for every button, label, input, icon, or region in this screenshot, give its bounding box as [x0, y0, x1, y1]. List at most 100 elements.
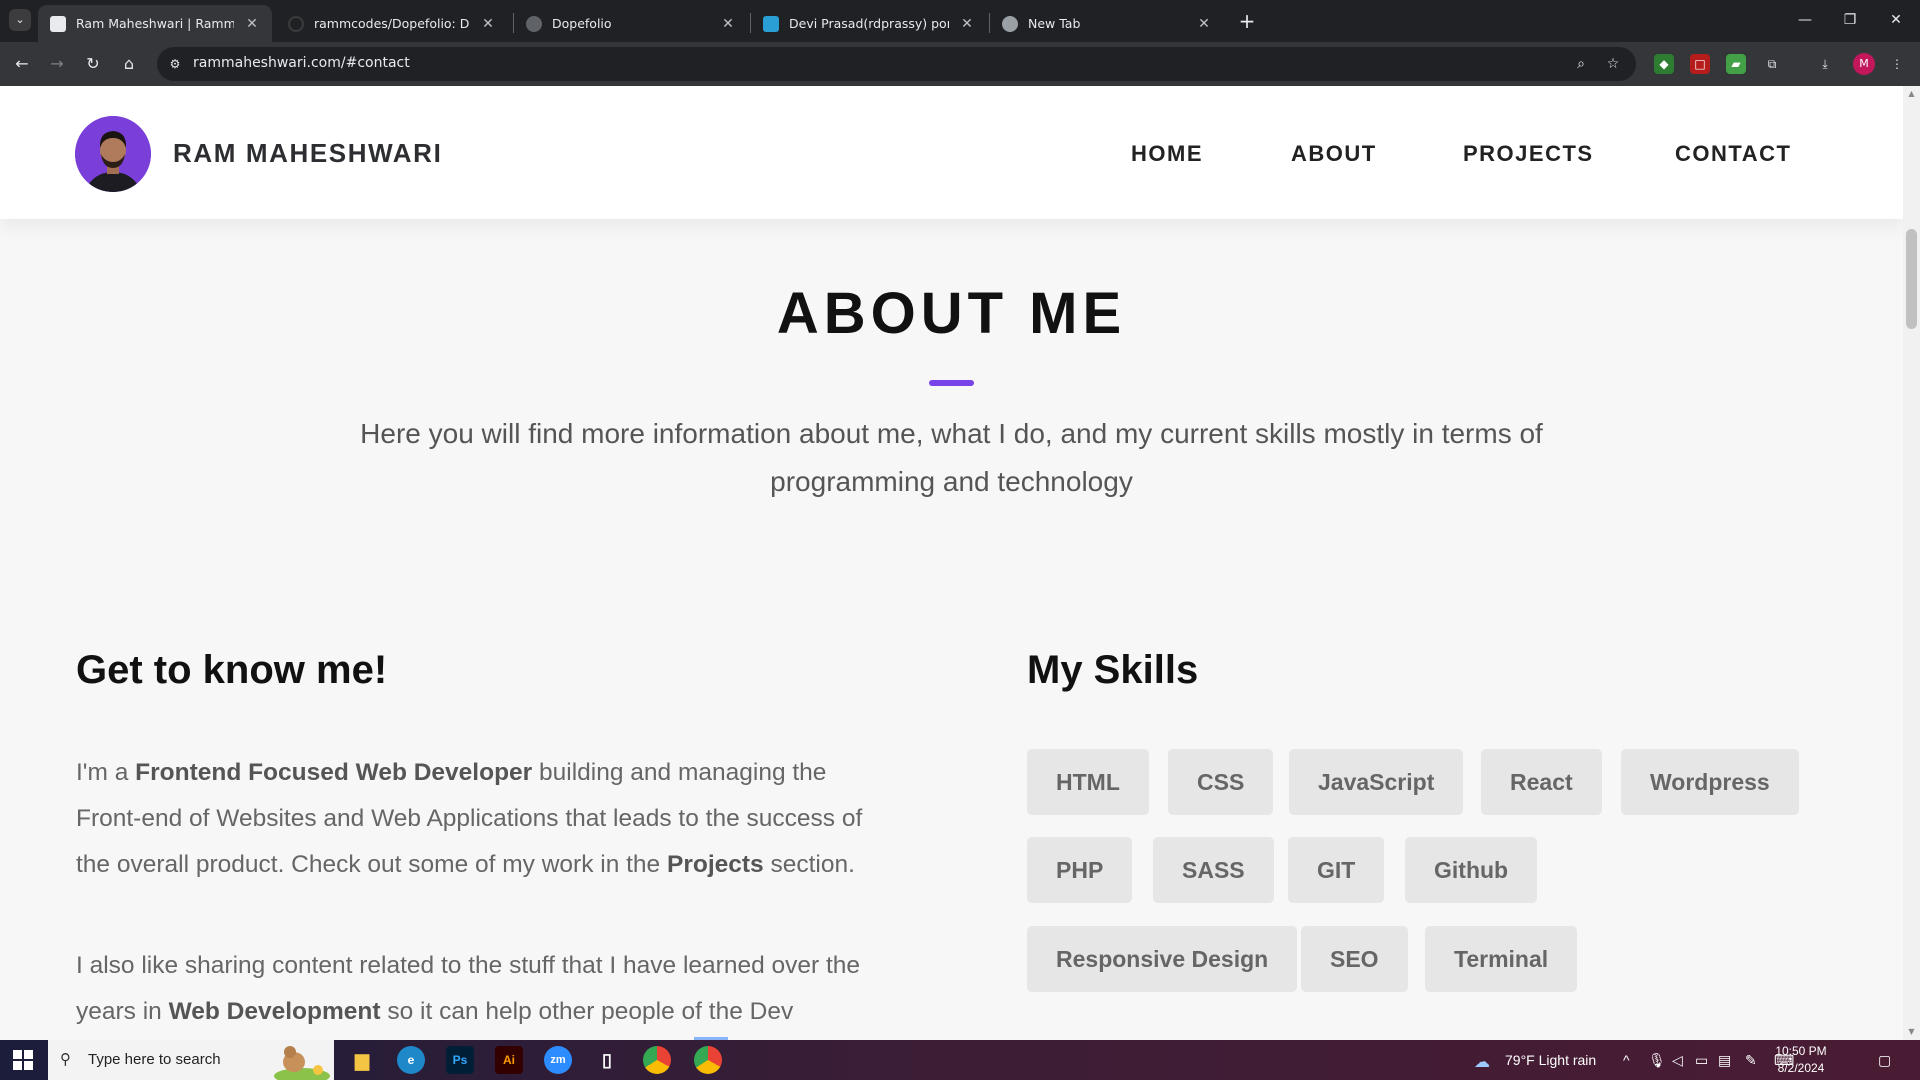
minimize-window-icon[interactable]: —	[1793, 8, 1817, 32]
forward-arrow-icon[interactable]: →	[45, 52, 69, 76]
home-icon[interactable]: ⌂	[117, 52, 141, 76]
tab-title: New Tab	[1028, 16, 1081, 31]
site-header: RAM MAHESHWARI HOME ABOUT PROJECTS CONTA…	[0, 86, 1903, 219]
active-app-indicator	[694, 1037, 728, 1040]
show-hidden-icons-chevron-icon[interactable]: ^	[1623, 1052, 1630, 1068]
notifications-icon[interactable]: ▢	[1878, 1052, 1891, 1069]
tab-github-dopefolio[interactable]: rammcodes/Dopefolio: Dopefolio ✕	[276, 5, 508, 42]
extension-red-square-icon[interactable]: □	[1690, 54, 1710, 74]
scroll-down-arrow-icon[interactable]: ▼	[1906, 1026, 1917, 1038]
tab-dopefolio[interactable]: Dopefolio ✕	[514, 5, 748, 42]
tab-title: Ram Maheshwari | RammCodes	[76, 16, 234, 31]
tab-devi-prasad[interactable]: Devi Prasad(rdprassy) portfolio ✕	[751, 5, 987, 42]
about-section-subtitle: Here you will find more information abou…	[360, 418, 1543, 497]
browser-toolbar: ← → ↻ ⌂ ⚙ rammaheshwari.com/#contact ⌕ ☆…	[0, 42, 1920, 86]
edge-browser-icon[interactable]: e	[397, 1046, 425, 1074]
bookmark-star-icon[interactable]: ☆	[1603, 54, 1623, 74]
windows-taskbar: ⚲ Type here to search ▆ e Ps Ai zm ▯ ☁ 7…	[0, 1040, 1920, 1080]
skill-tag: Responsive Design	[1027, 926, 1298, 992]
skill-tag: Wordpress	[1621, 749, 1799, 815]
close-tab-icon[interactable]: ✕	[244, 16, 260, 32]
my-skills-heading: My Skills	[1027, 648, 1199, 692]
about-paragraph-2: I also like sharing content related to t…	[76, 952, 861, 1025]
url-text[interactable]: rammaheshwari.com/#contact	[193, 55, 410, 71]
downloads-icon[interactable]: ⤓	[1815, 54, 1835, 74]
system-clock[interactable]: 10:50 PM 8/2/2024	[1766, 1043, 1836, 1077]
clock-date: 8/2/2024	[1777, 1061, 1825, 1075]
scrollbar-thumb[interactable]	[1906, 229, 1917, 329]
zoom-app-icon[interactable]: zm	[544, 1046, 572, 1074]
address-bar[interactable]: ⚙ rammaheshwari.com/#contact ⌕ ☆	[157, 47, 1636, 81]
chrome-profile-icon[interactable]	[694, 1046, 722, 1074]
github-favicon-icon	[288, 15, 304, 32]
skill-tag: CSS	[1168, 749, 1274, 815]
microphone-icon[interactable]: 🎙︎	[1648, 1052, 1666, 1069]
site-info-icon[interactable]: ⚙	[166, 55, 184, 73]
page-viewport: RAM MAHESHWARI HOME ABOUT PROJECTS CONTA…	[0, 86, 1920, 1040]
nav-link-about[interactable]: ABOUT	[1291, 141, 1377, 167]
extensions-puzzle-icon[interactable]: ⧉	[1762, 54, 1782, 74]
windows-start-icon[interactable]	[13, 1050, 33, 1070]
about-paragraph-1: I'm a Frontend Focused Web Developer bui…	[76, 759, 863, 878]
tab-title: Dopefolio	[552, 16, 612, 31]
photoshop-icon[interactable]: Ps	[446, 1046, 474, 1074]
tab-title: Devi Prasad(rdprassy) portfolio	[789, 16, 949, 31]
skill-tag: React	[1481, 749, 1602, 815]
file-explorer-icon[interactable]: ▆	[348, 1046, 376, 1074]
clock-time: 10:50 PM	[1775, 1044, 1827, 1058]
extension-colorful-icon[interactable]: ◆	[1654, 54, 1674, 74]
skill-tag: HTML	[1027, 749, 1149, 815]
browser-tab-strip: ⌄ Ram Maheshwari | RammCodes ✕ rammcodes…	[0, 0, 1920, 42]
tab-title: rammcodes/Dopefolio: Dopefolio	[314, 16, 470, 31]
pen-icon[interactable]: ✎	[1745, 1052, 1757, 1069]
zoom-icon[interactable]: ⌕	[1571, 54, 1591, 74]
skill-tag: JavaScript	[1289, 749, 1464, 815]
search-placeholder: Type here to search	[88, 1051, 221, 1068]
battery-icon[interactable]: ▭	[1695, 1052, 1708, 1069]
extension-folder-icon[interactable]: ▰	[1726, 54, 1746, 74]
skill-tag: Terminal	[1425, 926, 1578, 992]
skill-tag: SEO	[1301, 926, 1408, 992]
close-window-icon[interactable]: ✕	[1884, 8, 1908, 32]
tab-new-tab[interactable]: New Tab ✕	[990, 5, 1224, 42]
search-icon: ⚲	[60, 1050, 71, 1068]
close-tab-icon[interactable]: ✕	[959, 16, 975, 32]
close-tab-icon[interactable]: ✕	[480, 16, 496, 32]
reload-icon[interactable]: ↻	[81, 52, 105, 76]
globe-favicon-icon	[526, 15, 542, 32]
nav-link-projects[interactable]: PROJECTS	[1463, 141, 1594, 167]
close-tab-icon[interactable]: ✕	[720, 16, 736, 32]
profile-avatar[interactable]: M	[1853, 53, 1875, 75]
skill-tag: PHP	[1027, 837, 1133, 903]
taskbar-search-box[interactable]: ⚲ Type here to search	[48, 1040, 334, 1080]
skill-tag: Github	[1405, 837, 1538, 903]
illustrator-icon[interactable]: Ai	[495, 1046, 523, 1074]
get-to-know-heading: Get to know me!	[76, 648, 388, 692]
site-brand-name[interactable]: RAM MAHESHWARI	[173, 138, 442, 169]
volume-icon[interactable]: ◁	[1672, 1052, 1683, 1069]
rd-favicon-icon	[763, 15, 779, 32]
weather-rain-icon[interactable]: ☁	[1474, 1052, 1490, 1072]
tab-search-button[interactable]: ⌄	[9, 9, 31, 31]
back-arrow-icon[interactable]: ←	[10, 52, 34, 76]
scroll-up-arrow-icon[interactable]: ▲	[1906, 88, 1917, 100]
nav-link-home[interactable]: HOME	[1131, 141, 1203, 167]
skill-tag: GIT	[1288, 837, 1385, 903]
title-underline-accent	[929, 380, 974, 386]
nav-link-contact[interactable]: CONTACT	[1675, 141, 1791, 167]
close-tab-icon[interactable]: ✕	[1196, 16, 1212, 32]
notepad-icon[interactable]: ▯	[593, 1046, 621, 1074]
weather-text[interactable]: 79°F Light rain	[1505, 1052, 1596, 1068]
about-section-title: ABOUT ME	[776, 281, 1127, 346]
search-highlight-illustration-icon	[274, 1046, 330, 1080]
new-tab-button[interactable]: +	[1234, 8, 1260, 34]
network-icon[interactable]: ▤	[1718, 1052, 1731, 1069]
chrome-icon[interactable]	[643, 1046, 671, 1074]
chrome-favicon-icon	[1002, 15, 1018, 32]
tab-ram-maheshwari[interactable]: Ram Maheshwari | RammCodes ✕	[38, 5, 272, 42]
portrait-favicon-icon	[50, 15, 66, 32]
profile-photo[interactable]	[75, 116, 151, 192]
restore-window-icon[interactable]: ❐	[1838, 8, 1862, 32]
skill-tag: SASS	[1153, 837, 1274, 903]
chrome-menu-icon[interactable]: ⋮	[1887, 54, 1907, 74]
